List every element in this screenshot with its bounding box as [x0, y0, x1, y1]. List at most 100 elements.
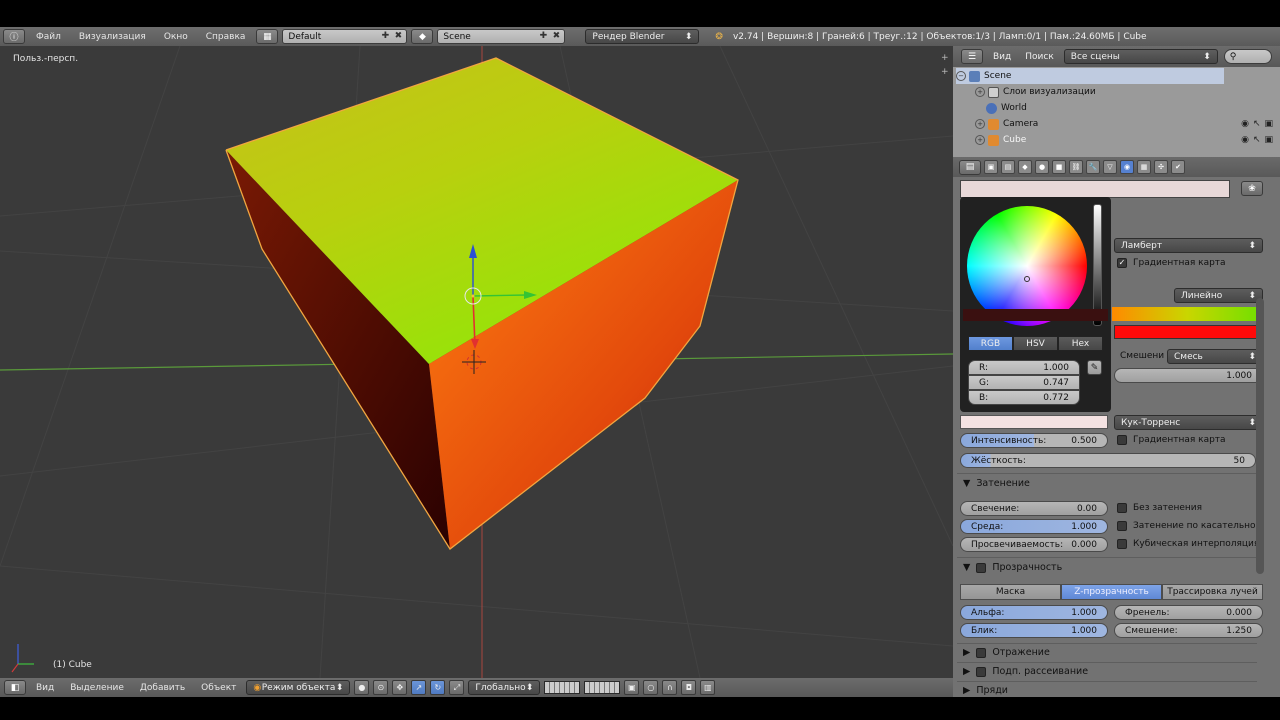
- outliner-tree[interactable]: − Scene + Слои визуализации World + Came…: [953, 67, 1280, 157]
- scene-layers-grid-1[interactable]: [544, 681, 581, 694]
- cube-object[interactable]: [225, 57, 739, 550]
- cursor-select-icon-2[interactable]: ↖: [1253, 135, 1261, 145]
- alpha-field[interactable]: Альфа: 1.000: [960, 605, 1108, 620]
- menu-help[interactable]: Справка: [199, 32, 253, 42]
- viewport-editor-type-button[interactable]: ◧: [4, 680, 26, 695]
- pivot-point-button[interactable]: ⊙: [373, 680, 389, 695]
- sss-checkbox[interactable]: [976, 666, 987, 677]
- scene-layers-grid-2[interactable]: [584, 681, 621, 694]
- hardness-field[interactable]: Жёсткость: 50: [960, 453, 1256, 468]
- remove-screen-icon[interactable]: ✖: [392, 31, 404, 42]
- scale-manipulator-button[interactable]: ⤢: [449, 680, 465, 695]
- proportional-edit-button[interactable]: ○: [643, 680, 659, 695]
- add-screen-icon[interactable]: ✚: [379, 31, 391, 42]
- screen-layout-field[interactable]: Default ✚ ✖: [282, 29, 408, 44]
- mirror-panel-header[interactable]: ▶ Отражение: [963, 647, 1050, 658]
- menu-object[interactable]: Объект: [195, 683, 242, 693]
- shadeless-checkbox[interactable]: Без затенения: [1117, 503, 1202, 513]
- outliner-filter-dropdown[interactable]: Все сцены ⬍: [1063, 49, 1218, 64]
- outliner-row-render-layers[interactable]: + Слои визуализации: [975, 84, 1243, 100]
- scene-button[interactable]: ◆: [411, 29, 434, 44]
- transparency-tab-raytrace[interactable]: Трассировка лучей: [1162, 584, 1263, 600]
- texture-tab-icon[interactable]: ▦: [1137, 160, 1151, 174]
- corner-split-widget-icon[interactable]: +: [941, 53, 949, 63]
- color-mode-tab-rgb[interactable]: RGB: [968, 336, 1013, 351]
- value-slider[interactable]: [1093, 204, 1102, 326]
- transparency-panel-header[interactable]: ▼ Прозрачность: [963, 562, 1062, 573]
- menu-render[interactable]: Визуализация: [72, 32, 153, 42]
- preview-options-button[interactable]: ❀: [1241, 181, 1263, 196]
- outliner-menu-search[interactable]: Поиск: [1021, 52, 1058, 62]
- strand-panel-header[interactable]: ▶ Пряди: [963, 685, 1008, 696]
- scene-tab-icon[interactable]: ◆: [1018, 160, 1032, 174]
- snap-toggle-button[interactable]: ∩: [662, 680, 678, 695]
- scene-field[interactable]: Scene ✚ ✖: [437, 29, 566, 44]
- shading-panel-header[interactable]: ▼ Затенение: [963, 478, 1030, 489]
- render-camera-icon[interactable]: ▣: [1264, 119, 1273, 129]
- outliner-menu-view[interactable]: Вид: [989, 52, 1015, 62]
- transparency-tab-mask[interactable]: Маска: [960, 584, 1061, 600]
- outliner-search-input[interactable]: ⚲: [1223, 49, 1272, 64]
- particles-tab-icon[interactable]: ✣: [1154, 160, 1168, 174]
- eye-icon[interactable]: ◉: [1241, 119, 1249, 129]
- menu-add[interactable]: Добавить: [134, 683, 191, 693]
- render-tab-icon[interactable]: ▣: [984, 160, 998, 174]
- viewport-shading-button[interactable]: ●: [354, 680, 370, 695]
- specular-intensity-field[interactable]: Интенсивность: 0.500: [960, 433, 1108, 448]
- outliner-row-camera[interactable]: + Camera: [975, 116, 1243, 132]
- color-wheel-cursor[interactable]: [1024, 276, 1030, 282]
- remove-scene-icon[interactable]: ✖: [550, 31, 562, 42]
- red-field[interactable]: R: 1.000: [968, 360, 1080, 375]
- translate-manipulator-button[interactable]: ↗: [411, 680, 427, 695]
- expand-toggle-icon-2[interactable]: +: [975, 119, 985, 129]
- manipulator-toggle[interactable]: ✥: [392, 680, 408, 695]
- corner-split-widget-icon-2[interactable]: +: [941, 67, 949, 77]
- eyedropper-button[interactable]: ✎: [1087, 360, 1102, 375]
- modifiers-tab-icon[interactable]: 🔧: [1086, 160, 1100, 174]
- lock-layers-button[interactable]: ▣: [624, 680, 640, 695]
- specular-alpha-field[interactable]: Блик: 1.000: [960, 623, 1108, 638]
- physics-tab-icon[interactable]: ✔: [1171, 160, 1185, 174]
- render-engine-dropdown[interactable]: Рендер Blender ⬍: [585, 29, 700, 44]
- menu-file[interactable]: Файл: [29, 32, 68, 42]
- layout-screen-button[interactable]: ▦: [256, 29, 279, 44]
- outliner-row-world[interactable]: World: [986, 100, 1254, 116]
- diffuse-shader-dropdown[interactable]: Ламберт ⬍: [1114, 238, 1263, 253]
- rotate-manipulator-button[interactable]: ↻: [430, 680, 446, 695]
- blue-field[interactable]: B: 0.772: [968, 390, 1080, 405]
- outliner-row-scene[interactable]: − Scene: [956, 68, 1224, 84]
- expand-toggle-icon-3[interactable]: +: [975, 135, 985, 145]
- specular-ramp-checkbox[interactable]: Градиентная карта: [1117, 435, 1226, 445]
- constraints-tab-icon[interactable]: ⛓: [1069, 160, 1083, 174]
- render-anim-button[interactable]: ▥: [700, 680, 716, 695]
- translucency-field[interactable]: Просвечиваемость: 0.000: [960, 537, 1108, 552]
- menu-view[interactable]: Вид: [30, 683, 60, 693]
- diffuse-ramp-checkbox[interactable]: ✓ Градиентная карта: [1117, 258, 1226, 268]
- collapse-toggle-icon[interactable]: −: [956, 71, 966, 81]
- add-scene-icon[interactable]: ✚: [537, 31, 549, 42]
- material-tab-icon[interactable]: ◉: [1120, 160, 1134, 174]
- menu-window[interactable]: Окно: [157, 32, 195, 42]
- world-tab-icon[interactable]: ●: [1035, 160, 1049, 174]
- ramp-blend-dropdown[interactable]: Смесь ⬍: [1167, 349, 1263, 364]
- properties-editor-type-button[interactable]: ▤: [959, 159, 981, 175]
- eye-icon-2[interactable]: ◉: [1241, 135, 1249, 145]
- properties-scrollbar[interactable]: [1256, 298, 1264, 574]
- transparency-checkbox[interactable]: [976, 562, 987, 573]
- ramp-factor-field[interactable]: 1.000: [1114, 368, 1263, 383]
- emit-field[interactable]: Свечение: 0.00: [960, 501, 1108, 516]
- fresnel-blend-field[interactable]: Смешение: 1.250: [1114, 623, 1263, 638]
- ramp-interpolation-dropdown[interactable]: Линейно ⬍: [1174, 288, 1263, 303]
- expand-toggle-icon[interactable]: +: [975, 87, 985, 97]
- cursor-select-icon[interactable]: ↖: [1253, 119, 1261, 129]
- interaction-mode-dropdown[interactable]: ◉ Режим объекта ⬍: [246, 680, 351, 695]
- mirror-checkbox[interactable]: [976, 647, 987, 658]
- info-editor-type-button[interactable]: ⓘ: [3, 29, 25, 44]
- cubic-interpolation-checkbox[interactable]: Кубическая интерполяция: [1117, 539, 1259, 549]
- sss-panel-header[interactable]: ▶ Подп. рассеивание: [963, 666, 1088, 677]
- 3d-viewport[interactable]: + + Польз.-персп. (1) Cube: [0, 46, 953, 678]
- render-camera-icon-2[interactable]: ▣: [1264, 135, 1273, 145]
- transparency-tab-ztransp[interactable]: Z-прозрачность: [1061, 584, 1162, 600]
- tangent-shading-checkbox[interactable]: Затенение по касательной: [1117, 521, 1261, 531]
- render-button[interactable]: ◘: [681, 680, 697, 695]
